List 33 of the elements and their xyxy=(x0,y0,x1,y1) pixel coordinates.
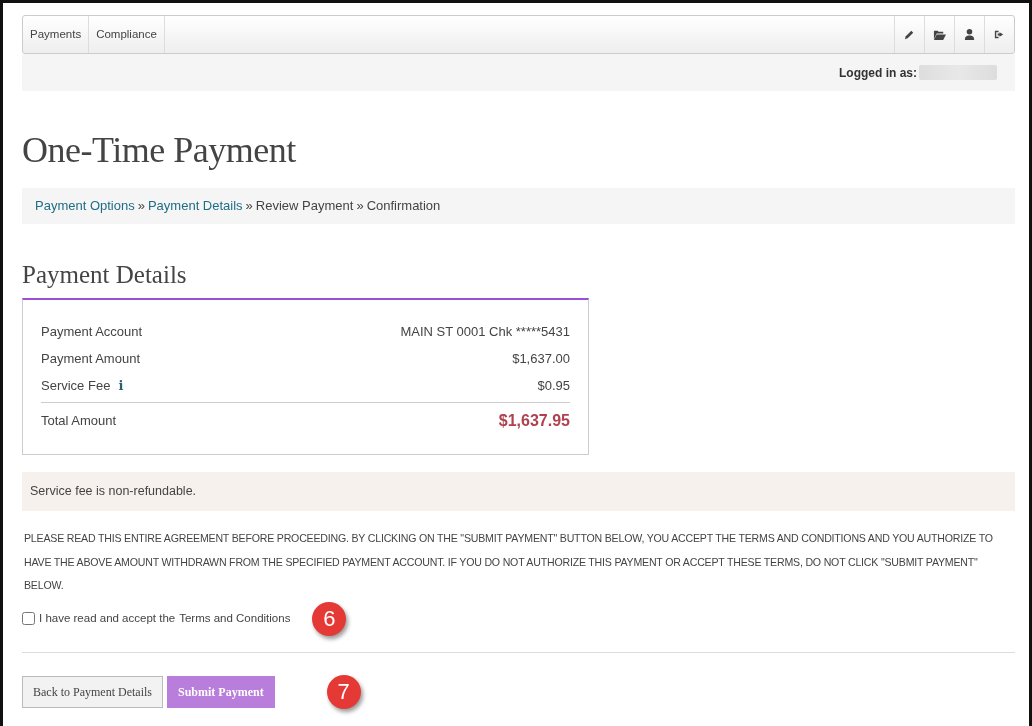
detail-label: Payment Amount xyxy=(41,351,140,367)
page-title: One-Time Payment xyxy=(22,129,297,172)
breadcrumb-separator: » xyxy=(245,197,253,216)
detail-value: $1,637.00 xyxy=(512,350,570,369)
detail-value: $0.95 xyxy=(537,377,570,396)
breadcrumb-link[interactable]: Payment Details xyxy=(147,196,243,216)
back-button[interactable]: Back to Payment Details xyxy=(22,675,163,708)
detail-label: Service Fee xyxy=(41,378,111,394)
total-label: Total Amount xyxy=(41,413,117,429)
accept-checkbox[interactable] xyxy=(22,612,35,626)
user-icon[interactable] xyxy=(963,28,976,41)
checkbox-label: I have read and accept the xyxy=(39,611,176,627)
section-title: Payment Details xyxy=(22,260,188,291)
callout-marker: 7 xyxy=(326,674,361,709)
detail-value: MAIN ST 0001 Chk *****5431 xyxy=(400,323,570,342)
notice-message: Service fee is non-refundable. xyxy=(22,472,1015,512)
info-icon[interactable]: i xyxy=(118,378,124,394)
terms-link[interactable]: Terms and Conditions xyxy=(179,610,291,628)
callout-marker: 6 xyxy=(312,601,347,636)
pencil-icon[interactable] xyxy=(903,28,916,41)
breadcrumb-separator: » xyxy=(356,197,364,216)
breadcrumb-item: Confirmation xyxy=(366,197,441,216)
agreement-text: PLEASE READ THIS ENTIRE AGREEMENT BEFORE PROCEEDING. BY CLICKING ON THE "SUBMIT PAYMENT" BUTTON BELOW, YOU ACCEPT THE TERMS AND CONDITIONS AND YOU AUTHORIZE TO HAVE THE ABOVE AMOUNT WITHDRAWN FROM THE SPECIFIED PAYMENT ACCOUNT. IF YOU DO NOT AUTHORIZE THIS PAYMENT OR ACCEPT THESE TERMS, DO NOT CLICK "SUBMIT PAYMENT" BELOW. xyxy=(24,531,994,594)
nav-link[interactable]: Compliance xyxy=(89,16,165,53)
breadcrumb-separator: » xyxy=(137,197,145,216)
login-label: Logged in as: xyxy=(839,64,917,82)
breadcrumb-link[interactable]: Payment Options xyxy=(35,196,135,216)
detail-label: Payment Account xyxy=(41,324,143,340)
folder-icon[interactable] xyxy=(933,28,946,41)
nav-link[interactable]: Payments xyxy=(23,16,90,53)
total-value: $1,637.95 xyxy=(498,411,570,432)
breadcrumb-item: Review Payment xyxy=(255,197,354,216)
logout-icon[interactable] xyxy=(993,28,1006,41)
